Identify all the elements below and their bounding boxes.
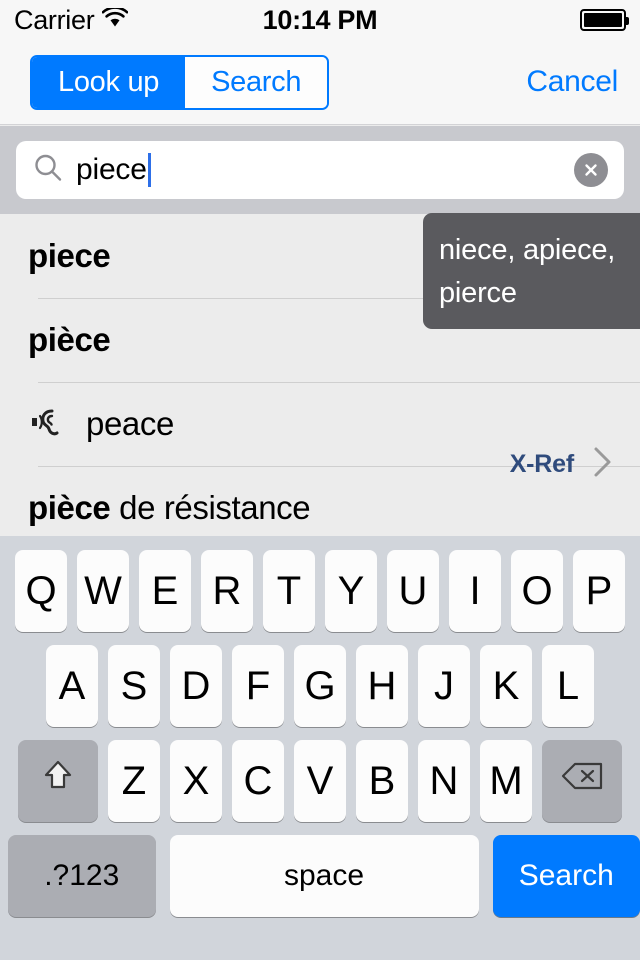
key-j[interactable]: J xyxy=(418,645,470,727)
search-field[interactable]: piece xyxy=(16,141,624,199)
nav-bar: Look up Search Cancel xyxy=(0,40,640,125)
key-q[interactable]: Q xyxy=(15,550,67,632)
key-s[interactable]: S xyxy=(108,645,160,727)
keyboard-row-4: .?123 space Search xyxy=(0,822,640,917)
key-v[interactable]: V xyxy=(294,740,346,822)
key-t[interactable]: T xyxy=(263,550,315,632)
suggestion-tooltip[interactable]: niece, apiece, pierce xyxy=(423,213,640,329)
key-k[interactable]: K xyxy=(480,645,532,727)
xref-badge[interactable]: X-Ref xyxy=(510,444,614,485)
battery-icon xyxy=(580,9,629,31)
backspace-key[interactable] xyxy=(542,740,622,822)
key-d[interactable]: D xyxy=(170,645,222,727)
key-l[interactable]: L xyxy=(542,645,594,727)
battery-fill xyxy=(584,13,622,27)
key-o[interactable]: O xyxy=(511,550,563,632)
result-word: piece xyxy=(28,237,111,274)
on-screen-keyboard: Q W E R T Y U I O P A S D F G H J K L Z … xyxy=(0,536,640,960)
keyboard-row-3: Z X C V B N M xyxy=(0,727,640,822)
key-g[interactable]: G xyxy=(294,645,346,727)
backspace-delete-icon xyxy=(558,758,606,804)
status-bar-right xyxy=(580,9,629,31)
key-z[interactable]: Z xyxy=(108,740,160,822)
status-bar: Carrier 10:14 PM xyxy=(0,0,640,40)
result-word-rest: de résistance xyxy=(110,489,311,526)
ear-audio-icon[interactable] xyxy=(28,405,72,444)
key-f[interactable]: F xyxy=(232,645,284,727)
shift-arrow-icon xyxy=(37,755,79,807)
shift-key[interactable] xyxy=(18,740,98,822)
key-y[interactable]: Y xyxy=(325,550,377,632)
search-icon xyxy=(32,152,64,189)
search-input-text[interactable]: piece xyxy=(76,153,151,187)
numeric-key[interactable]: .?123 xyxy=(8,835,156,917)
search-return-key[interactable]: Search xyxy=(492,835,640,917)
clear-search-button[interactable] xyxy=(574,153,608,187)
key-h[interactable]: H xyxy=(356,645,408,727)
key-r[interactable]: R xyxy=(201,550,253,632)
keyboard-row-1: Q W E R T Y U I O P xyxy=(0,536,640,632)
cancel-button[interactable]: Cancel xyxy=(526,65,618,99)
key-u[interactable]: U xyxy=(387,550,439,632)
key-p[interactable]: P xyxy=(573,550,625,632)
key-w[interactable]: W xyxy=(77,550,129,632)
search-bar-container: piece xyxy=(0,126,640,214)
key-c[interactable]: C xyxy=(232,740,284,822)
key-e[interactable]: E xyxy=(139,550,191,632)
result-headword: pièce xyxy=(28,489,111,526)
result-word: pièce xyxy=(28,321,111,358)
key-n[interactable]: N xyxy=(418,740,470,822)
key-b[interactable]: B xyxy=(356,740,408,822)
space-key[interactable]: space xyxy=(169,835,479,917)
list-item[interactable]: X-Ref pièce de résistance xyxy=(0,447,640,536)
key-i[interactable]: I xyxy=(449,550,501,632)
keyboard-row-2: A S D F G H J K L xyxy=(0,632,640,727)
battery-nub xyxy=(626,17,629,25)
chevron-right-icon xyxy=(592,444,614,485)
key-x[interactable]: X xyxy=(170,740,222,822)
key-m[interactable]: M xyxy=(480,740,532,822)
segment-search[interactable]: Search xyxy=(185,56,328,108)
key-a[interactable]: A xyxy=(46,645,98,727)
result-word: peace xyxy=(86,405,174,442)
xref-label: X-Ref xyxy=(509,450,574,478)
app-root: Carrier 10:14 PM Look up Search Cancel p… xyxy=(0,0,640,960)
search-input-value: piece xyxy=(76,153,147,186)
segment-look-up[interactable]: Look up xyxy=(32,56,186,108)
clock-time: 10:14 PM xyxy=(262,4,378,35)
result-word: pièce de résistance xyxy=(28,489,311,527)
segmented-control[interactable]: Look up Search xyxy=(30,54,330,110)
text-caret xyxy=(147,153,151,187)
